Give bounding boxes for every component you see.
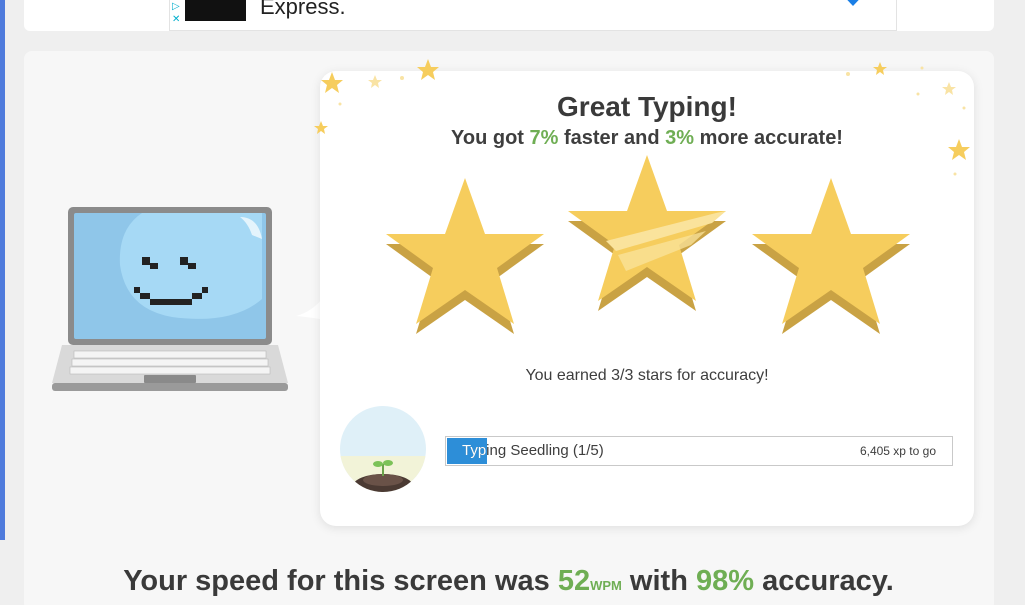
summary-prefix: Your speed for this screen was — [123, 565, 558, 597]
stars-earned-text: You earned 3/3 stars for accuracy! — [525, 367, 769, 384]
summary-mid: with — [621, 565, 696, 597]
subline-mid: faster and — [558, 127, 666, 149]
accuracy-improvement-value: 3% — [665, 127, 695, 149]
left-accent-bar — [0, 0, 5, 540]
ad-image[interactable] — [185, 0, 246, 21]
ad-badge-icon[interactable] — [834, 0, 872, 18]
speed-summary: Your speed for this screen was 52WPM wit… — [0, 565, 1017, 598]
summary-suffix: accuracy. — [754, 565, 894, 597]
seedling-level-icon — [340, 406, 426, 492]
ad-choices-icon[interactable]: ▷ ✕ — [172, 0, 184, 30]
level-progress-bar: Typing Seedling (1/5) Typing Seedling (1… — [445, 436, 953, 466]
ad-close-icon[interactable]: ✕ — [172, 13, 184, 26]
result-headline: Great Typing! — [557, 91, 737, 122]
accuracy-star-3-icon — [752, 178, 910, 334]
wpm-unit: WPM — [590, 578, 622, 593]
ad-container: ▷ ✕ Express. — [24, 0, 994, 31]
accuracy-star-2-icon — [568, 155, 726, 311]
subline-prefix: You got — [451, 127, 530, 149]
level-name-overlay: Typing Seedling (1/5) — [462, 442, 486, 459]
ad-banner[interactable]: ▷ ✕ Express. — [169, 0, 897, 31]
speed-improvement-value: 7% — [529, 127, 559, 149]
subline-suffix: more accurate! — [694, 127, 843, 149]
accuracy-star-1-icon — [386, 178, 544, 334]
wpm-value: 52 — [557, 565, 591, 597]
xp-to-go: 6,405 xp to go — [859, 444, 936, 458]
ad-text[interactable]: Express. — [260, 0, 346, 20]
result-subheadline: You got 7% faster and 3% more accurate! — [320, 127, 974, 150]
laptop-mascot-icon — [52, 207, 288, 391]
result-speech-card: Great Typing! You got 7% faster and 3% m… — [320, 71, 974, 526]
ad-choices-triangle[interactable]: ▷ — [172, 0, 184, 13]
accuracy-value: 98% — [695, 565, 755, 597]
